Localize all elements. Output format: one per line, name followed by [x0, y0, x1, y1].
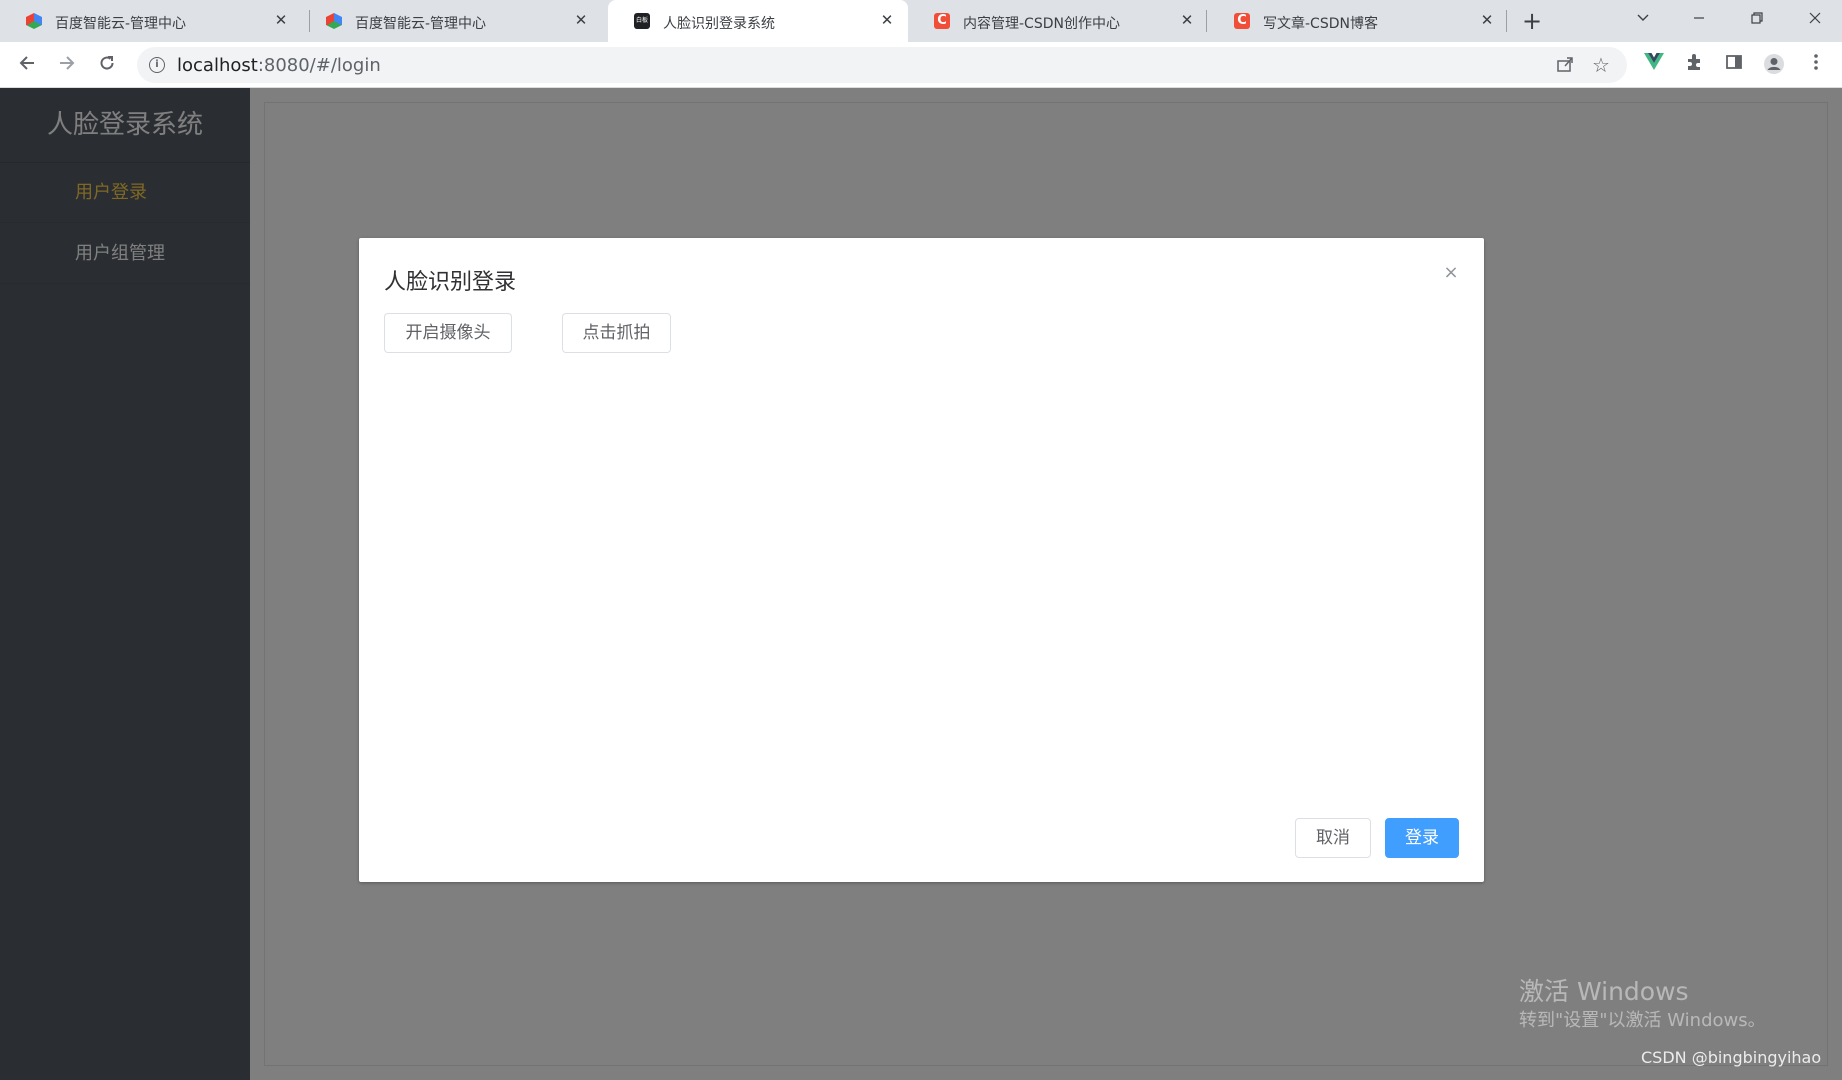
- tab-title: 写文章-CSDN博客: [1263, 16, 1378, 32]
- extensions-icon[interactable]: [1681, 53, 1707, 79]
- tab-title: 百度智能云-管理中心: [55, 16, 187, 32]
- window-close-icon[interactable]: [1800, 8, 1830, 32]
- csdn-icon: C: [934, 13, 950, 29]
- tab-separator: [1506, 10, 1507, 32]
- tab-title: 百度智能云-管理中心: [355, 16, 487, 32]
- profile-avatar-icon[interactable]: [1761, 53, 1787, 79]
- dialog-title: 人脸识别登录: [384, 270, 517, 295]
- tab-separator: [1206, 10, 1207, 32]
- camera-preview-area: [384, 368, 1459, 788]
- browser-menu-icon[interactable]: [1803, 53, 1829, 79]
- browser-toolbar: i localhost:8080/#/login ☆: [0, 42, 1842, 88]
- tab-close-icon[interactable]: ✕: [572, 11, 590, 29]
- address-url[interactable]: localhost:8080/#/login: [177, 55, 381, 76]
- dialog-close-icon[interactable]: ×: [1440, 262, 1462, 284]
- new-tab-button[interactable]: +: [1518, 8, 1546, 34]
- vue-devtools-icon[interactable]: [1641, 53, 1667, 79]
- face-app-icon: 白板: [634, 13, 650, 29]
- forward-icon[interactable]: [53, 51, 81, 79]
- cancel-button[interactable]: 取消: [1295, 818, 1371, 858]
- baidu-cloud-icon: [26, 13, 42, 29]
- tab-close-icon[interactable]: ✕: [878, 11, 896, 29]
- browser-tab[interactable]: 百度智能云-管理中心 ✕: [300, 0, 602, 42]
- open-camera-button[interactable]: 开启摄像头: [384, 313, 512, 353]
- csdn-credit-watermark: CSDN @bingbingyihao: [1641, 1048, 1822, 1067]
- bookmark-star-icon[interactable]: ☆: [1589, 53, 1613, 77]
- tab-close-icon[interactable]: ✕: [1478, 11, 1496, 29]
- login-button[interactable]: 登录: [1385, 818, 1459, 858]
- baidu-cloud-icon: [326, 13, 342, 29]
- browser-tab[interactable]: 百度智能云-管理中心 ✕: [0, 0, 302, 42]
- tab-search-icon[interactable]: [1628, 8, 1658, 32]
- url-path: :8080/#/login: [257, 55, 381, 76]
- tab-close-icon[interactable]: ✕: [272, 11, 290, 29]
- tab-title: 内容管理-CSDN创作中心: [963, 16, 1120, 32]
- minimize-icon[interactable]: [1684, 8, 1714, 32]
- share-icon[interactable]: [1555, 55, 1575, 75]
- reload-icon[interactable]: [93, 51, 121, 79]
- address-bar[interactable]: i localhost:8080/#/login ☆: [137, 47, 1627, 83]
- tab-title: 人脸识别登录系统: [663, 16, 775, 32]
- browser-tab[interactable]: C 写文章-CSDN博客 ✕: [1208, 0, 1508, 42]
- browser-tab[interactable]: C 内容管理-CSDN创作中心 ✕: [908, 0, 1208, 42]
- side-panel-icon[interactable]: [1721, 53, 1747, 79]
- url-host: localhost: [177, 55, 258, 76]
- tab-close-icon[interactable]: ✕: [1178, 11, 1196, 29]
- windows-activation-title: 激活 Windows: [1519, 977, 1689, 1006]
- back-icon[interactable]: [13, 51, 41, 79]
- restore-icon[interactable]: [1742, 8, 1772, 32]
- browser-tabstrip: 百度智能云-管理中心 ✕ 百度智能云-管理中心 ✕ 白板 人脸识别登录系统 ✕ …: [0, 0, 1842, 42]
- face-login-dialog: 人脸识别登录 × 开启摄像头 点击抓拍 取消 登录: [359, 238, 1484, 882]
- capture-button[interactable]: 点击抓拍: [562, 313, 671, 353]
- browser-tab-active[interactable]: 白板 人脸识别登录系统 ✕: [608, 0, 908, 42]
- windows-activation-subtitle: 转到"设置"以激活 Windows。: [1519, 1010, 1766, 1031]
- csdn-icon: C: [1234, 13, 1250, 29]
- site-info-icon[interactable]: i: [149, 57, 165, 73]
